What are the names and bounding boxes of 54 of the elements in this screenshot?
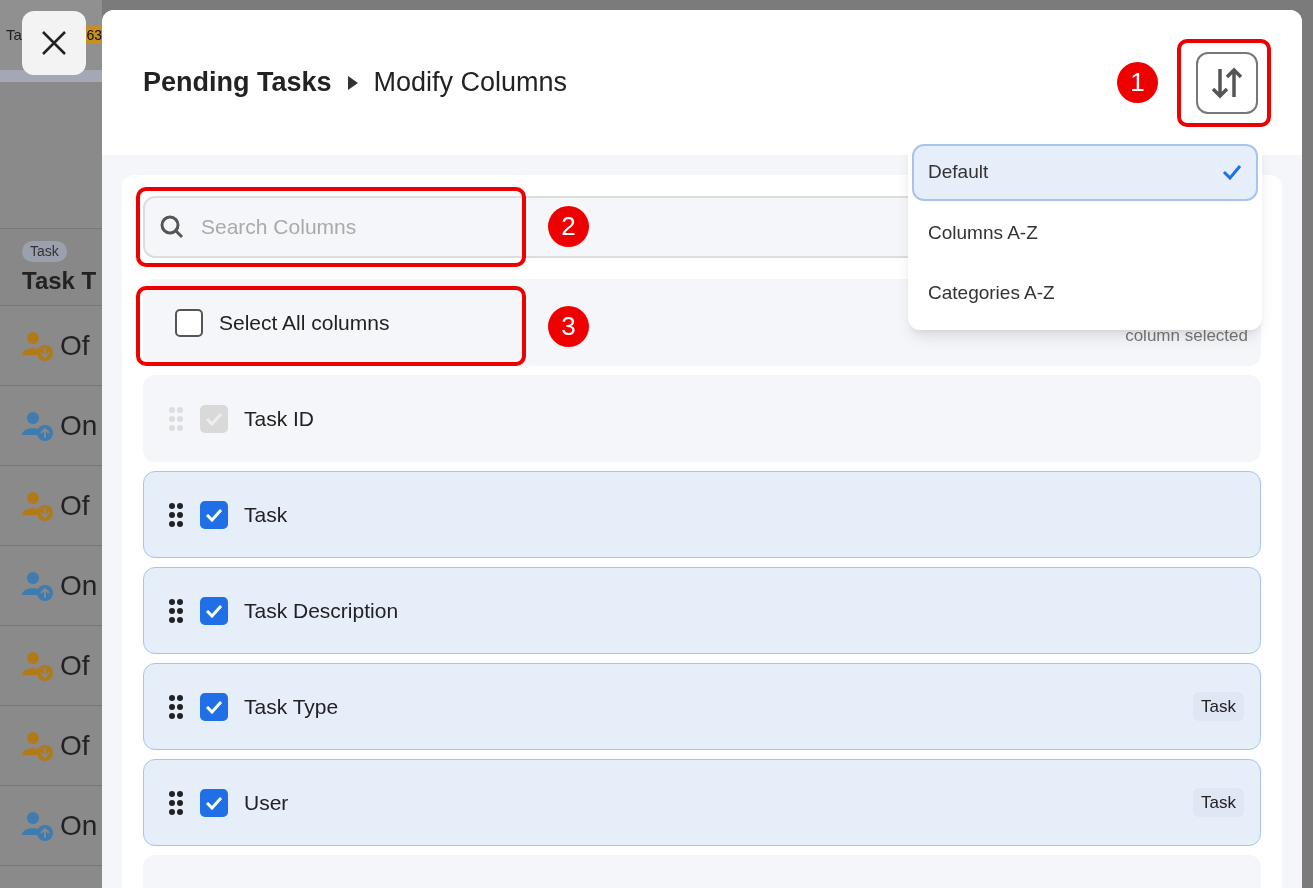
select-all-label: Select All columns <box>219 310 390 336</box>
user-download-icon <box>22 330 54 361</box>
selection-count-text: column selected <box>1125 324 1248 347</box>
sort-option[interactable]: Categories A-Z <box>912 265 1258 322</box>
check-icon <box>205 507 223 522</box>
drag-handle-icon[interactable] <box>168 789 184 816</box>
breadcrumb-link[interactable]: Pending Tasks <box>143 62 332 103</box>
search-icon <box>159 214 185 240</box>
column-label: Task <box>244 501 288 528</box>
row-status-text: Of <box>60 648 90 683</box>
column-label: Task Type <box>244 693 339 720</box>
sort-option[interactable]: Default <box>912 144 1258 201</box>
user-download-icon <box>22 490 54 521</box>
user-upload-icon <box>22 810 54 841</box>
column-label: User <box>244 789 289 816</box>
column-label: Task ID <box>244 405 314 432</box>
checkbox[interactable] <box>200 788 228 817</box>
drag-handle-icon[interactable] <box>168 501 184 528</box>
user-upload-icon <box>22 570 54 601</box>
checkbox[interactable] <box>200 692 228 721</box>
tab-label[interactable]: Ta <box>6 23 22 47</box>
user-download-icon <box>22 730 54 761</box>
row-status-text: On <box>60 568 98 603</box>
count-badge: 63 <box>86 26 102 44</box>
sort-button[interactable] <box>1196 51 1258 114</box>
checkbox[interactable] <box>200 596 228 625</box>
category-tag: Task <box>1193 691 1244 722</box>
column-header[interactable]: Task T <box>22 263 102 299</box>
drag-handle-icon[interactable] <box>168 597 184 624</box>
row-status-text: On <box>60 808 98 843</box>
user-download-icon <box>22 650 54 681</box>
drag-handle-icon[interactable] <box>168 693 184 720</box>
check-icon <box>205 699 223 714</box>
row-status-text: On <box>60 408 98 443</box>
close-button[interactable] <box>22 11 86 75</box>
close-icon <box>40 29 68 57</box>
column-row[interactable]: Task Type Task <box>143 663 1261 750</box>
user-upload-icon <box>22 410 54 441</box>
check-icon <box>205 603 223 618</box>
category-tag: Task <box>1193 787 1244 818</box>
breadcrumb-arrow-icon <box>347 75 358 90</box>
column-tag: Task <box>22 241 67 262</box>
checkbox[interactable] <box>200 500 228 529</box>
column-row[interactable]: Task <box>143 471 1261 558</box>
page-title: Modify Columns <box>373 66 568 100</box>
check-icon <box>1222 164 1242 181</box>
column-row[interactable]: Task Description <box>143 567 1261 654</box>
row-status-text: Of <box>60 328 90 363</box>
row-status-text: Of <box>60 488 90 523</box>
column-row[interactable]: User Task <box>143 759 1261 846</box>
check-icon <box>205 795 223 810</box>
checkbox[interactable] <box>175 308 203 337</box>
column-label: Task Description <box>244 597 399 624</box>
row-status-text: Of <box>60 728 90 763</box>
